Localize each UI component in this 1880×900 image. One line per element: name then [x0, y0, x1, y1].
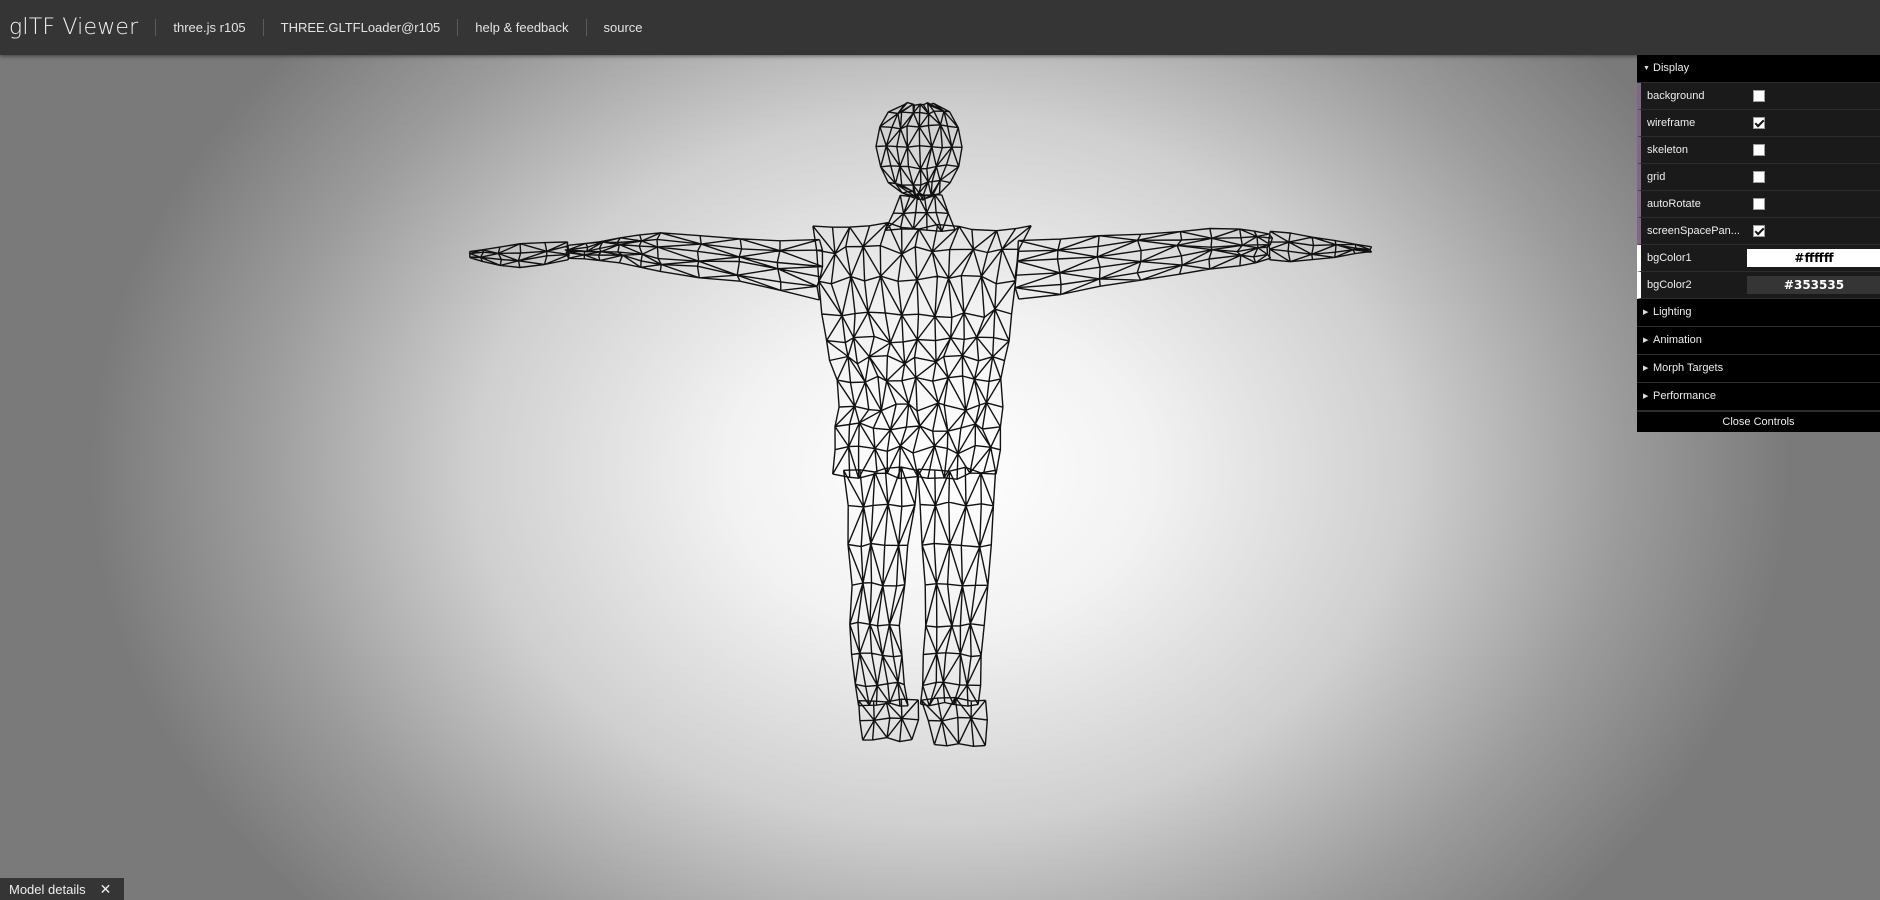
wireframe-model	[468, 101, 1373, 747]
grid-checkbox[interactable]	[1753, 171, 1765, 183]
control-row-autorotate: autoRotate	[1637, 191, 1880, 218]
header-divider	[457, 19, 459, 36]
collapse-triangle-icon: ▼	[1643, 65, 1650, 72]
wireframe-mesh	[564, 232, 824, 301]
control-label: screenSpacePan...	[1647, 225, 1740, 237]
header-divider	[155, 19, 157, 36]
control-row-bgcolor1: bgColor1 #ffffff	[1637, 245, 1880, 272]
control-label: autoRotate	[1647, 198, 1701, 210]
gltfloader-version-link[interactable]: THREE.GLTFLoader@r105	[281, 20, 441, 35]
header-divider	[585, 19, 587, 36]
control-row-background: background	[1637, 83, 1880, 110]
header-divider	[262, 19, 264, 36]
control-label: grid	[1647, 171, 1666, 183]
expand-triangle-icon: ▶	[1643, 309, 1649, 316]
control-label: bgColor1	[1647, 252, 1692, 264]
control-label: background	[1647, 90, 1705, 102]
3d-viewport[interactable]	[0, 55, 1880, 900]
wireframe-mesh	[875, 101, 963, 201]
expand-triangle-icon: ▶	[1643, 365, 1649, 372]
expand-triangle-icon: ▶	[1643, 337, 1649, 344]
skeleton-checkbox[interactable]	[1753, 144, 1765, 156]
control-row-wireframe: wireframe	[1637, 110, 1880, 137]
autorotate-checkbox[interactable]	[1753, 198, 1765, 210]
screenspacepan-checkbox[interactable]	[1753, 225, 1765, 237]
bgcolor1-picker[interactable]: #ffffff	[1747, 249, 1880, 267]
folder-label: Animation	[1653, 334, 1702, 346]
folder-label: Morph Targets	[1653, 362, 1724, 374]
model-details-label: Model details	[9, 881, 86, 897]
background-checkbox[interactable]	[1753, 90, 1765, 102]
expand-triangle-icon: ▶	[1643, 393, 1649, 400]
top-header: glTF Viewer three.js r105 THREE.GLTFLoad…	[0, 0, 1880, 55]
help-feedback-link[interactable]: help & feedback	[475, 20, 568, 35]
control-row-grid: grid	[1637, 164, 1880, 191]
close-controls-button[interactable]: Close Controls	[1637, 411, 1880, 432]
controls-panel: ▼ Display background wireframe skeleton …	[1637, 55, 1880, 432]
animation-folder-title[interactable]: ▶ Animation	[1637, 327, 1880, 355]
display-folder-title[interactable]: ▼ Display	[1637, 55, 1880, 83]
wireframe-mesh	[842, 466, 919, 707]
control-row-screenspacepan: screenSpacePan...	[1637, 218, 1880, 245]
close-icon[interactable]: ✕	[100, 881, 112, 898]
control-row-skeleton: skeleton	[1637, 137, 1880, 164]
morph-targets-folder-title[interactable]: ▶ Morph Targets	[1637, 355, 1880, 383]
control-label: wireframe	[1647, 117, 1696, 129]
wireframe-mesh	[1014, 227, 1274, 300]
control-row-bgcolor2: bgColor2 #353535	[1637, 272, 1880, 299]
folder-label: Lighting	[1653, 306, 1692, 318]
wireframe-mesh	[468, 241, 570, 269]
threejs-version-link[interactable]: three.js r105	[173, 20, 245, 35]
control-label: bgColor2	[1647, 279, 1692, 291]
wireframe-mesh	[812, 222, 1032, 480]
source-link[interactable]: source	[604, 20, 643, 35]
lighting-folder-title[interactable]: ▶ Lighting	[1637, 299, 1880, 327]
model-details-bar[interactable]: Model details ✕	[0, 878, 124, 900]
bgcolor2-picker[interactable]: #353535	[1747, 276, 1880, 294]
performance-folder-title[interactable]: ▶ Performance	[1637, 383, 1880, 411]
wireframe-mesh	[1267, 230, 1373, 263]
control-label: skeleton	[1647, 144, 1688, 156]
folder-label: Performance	[1653, 390, 1716, 402]
display-folder-label: Display	[1653, 62, 1690, 74]
wireframe-mesh	[917, 466, 997, 707]
app-title: glTF Viewer	[9, 14, 139, 40]
wireframe-checkbox[interactable]	[1753, 117, 1765, 129]
